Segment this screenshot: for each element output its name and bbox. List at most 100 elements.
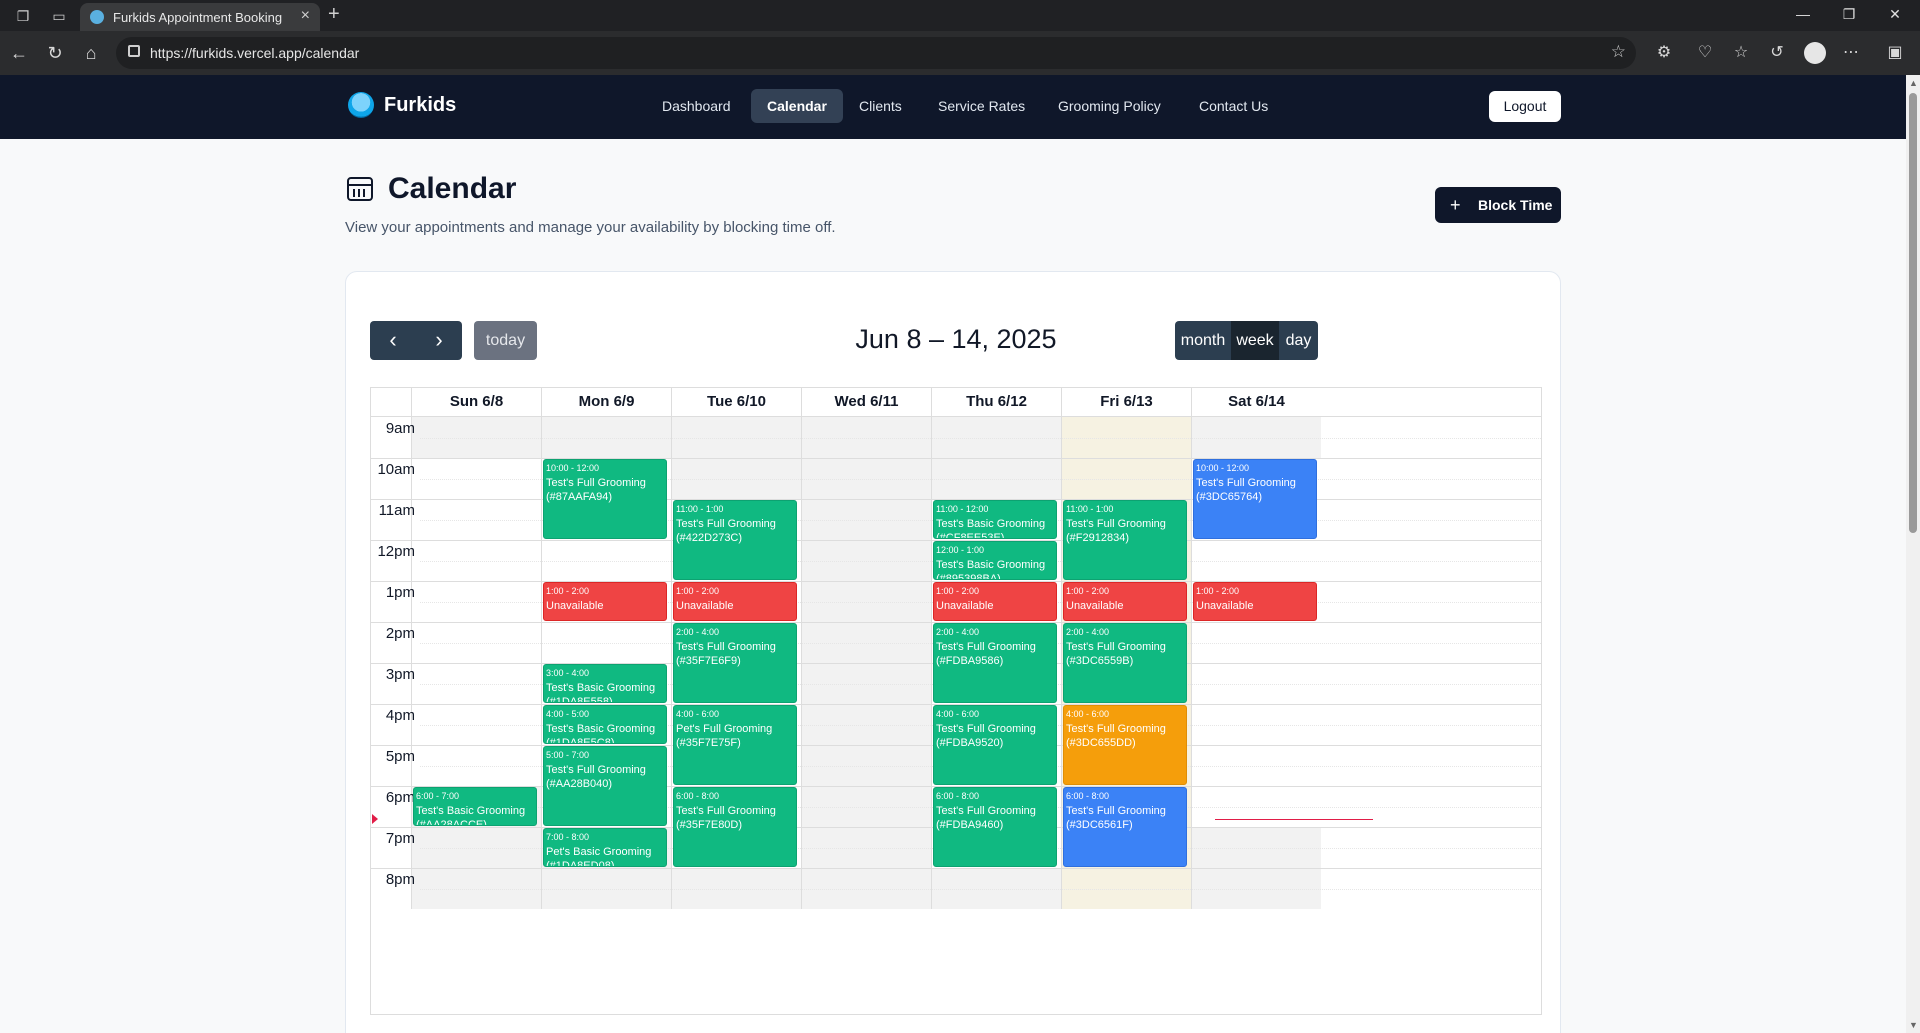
unavailable-block[interactable]: 1:00 - 2:00 Unavailable xyxy=(673,582,797,621)
event-title: Test's Basic Grooming xyxy=(546,682,656,694)
appointment-event[interactable]: 2:00 - 4:00 Test's Full Grooming (#FDBA958… xyxy=(933,623,1057,703)
nav-dashboard[interactable]: Dashboard xyxy=(646,89,747,123)
nav-calendar[interactable]: Calendar xyxy=(751,89,843,123)
event-id: (#3DC6561F) xyxy=(1066,819,1133,831)
sidebar-toggle-icon[interactable]: ▣ xyxy=(1884,42,1906,64)
back-icon[interactable]: ← xyxy=(8,42,30,64)
event-time: 11:00 - 12:00 xyxy=(936,504,989,514)
scroll-up-icon[interactable]: ▲ xyxy=(1909,78,1918,88)
nav-grooming-policy[interactable]: Grooming Policy xyxy=(1042,89,1177,123)
unavailable-block[interactable]: 1:00 - 2:00 Unavailable xyxy=(543,582,667,621)
nav-clients[interactable]: Clients xyxy=(843,89,918,123)
event-title: Test's Basic Grooming xyxy=(936,518,1046,530)
day-header: Sun 6/8 xyxy=(411,388,541,416)
tab-close-icon[interactable]: × xyxy=(301,7,310,25)
event-time: 2:00 - 4:00 xyxy=(1066,627,1110,637)
appointment-event[interactable]: 7:00 - 8:00 Pet's Basic Grooming (#1DA8ED0… xyxy=(543,828,667,867)
window-close-icon[interactable]: ✕ xyxy=(1872,6,1918,23)
appointment-event[interactable]: 4:00 - 6:00 Test's Full Grooming (#FDBA952… xyxy=(933,705,1057,785)
history-icon[interactable]: ↺ xyxy=(1766,42,1788,64)
favorite-star-icon[interactable]: ☆ xyxy=(1611,42,1626,62)
page-scrollbar[interactable]: ▲ ▼ xyxy=(1906,75,1920,1033)
half-hour-gridline xyxy=(420,437,1541,439)
reload-icon[interactable]: ↻ xyxy=(44,42,66,64)
tab-actions-icon[interactable]: ▭ xyxy=(50,7,68,25)
appointment-event[interactable]: 4:00 - 6:00 Test's Full Grooming (#3DC655D… xyxy=(1063,705,1187,785)
url-field[interactable]: https://furkids.vercel.app/calendar ☆ xyxy=(116,37,1636,69)
appointment-event[interactable]: 6:00 - 8:00 Test's Full Grooming (#35F7E80… xyxy=(673,787,797,867)
appointment-event[interactable]: 2:00 - 4:00 Test's Full Grooming (#35F7E6F… xyxy=(673,623,797,703)
view-day-button[interactable]: day xyxy=(1279,321,1318,360)
event-id: (#AA28B040) xyxy=(546,778,613,790)
favorites-icon[interactable]: ☆ xyxy=(1730,42,1752,64)
scrollbar-thumb[interactable] xyxy=(1909,93,1917,533)
site-favicon-icon xyxy=(90,10,104,24)
event-time: 7:00 - 8:00 xyxy=(546,832,590,842)
time-label: 2pm xyxy=(385,625,415,642)
unavailable-block[interactable]: 1:00 - 2:00 Unavailable xyxy=(1063,582,1187,621)
block-time-label: Block Time xyxy=(1478,197,1553,213)
event-time: 2:00 - 4:00 xyxy=(676,627,720,637)
nav-service-rates[interactable]: Service Rates xyxy=(922,89,1041,123)
unavailable-block[interactable]: 1:00 - 2:00 Unavailable xyxy=(1193,582,1317,621)
minimize-icon[interactable]: — xyxy=(1780,6,1826,22)
event-id: (#3DC655DD) xyxy=(1066,737,1136,749)
event-time: 11:00 - 1:00 xyxy=(676,504,724,514)
event-title: Test's Basic Grooming xyxy=(936,559,1046,571)
time-label: 8pm xyxy=(385,871,415,888)
browser-tab[interactable]: Furkids Appointment Booking × xyxy=(80,3,320,31)
logout-button[interactable]: Logout xyxy=(1489,91,1561,122)
view-month-button[interactable]: month xyxy=(1175,321,1231,360)
plus-icon: + xyxy=(1450,195,1461,215)
today-button[interactable]: today xyxy=(474,321,537,360)
appointment-event[interactable]: 12:00 - 1:00 Test's Basic Grooming (#89539… xyxy=(933,541,1057,580)
appointment-event[interactable]: 6:00 - 8:00 Test's Full Grooming (#3DC6561… xyxy=(1063,787,1187,867)
more-menu-icon[interactable]: ⋯ xyxy=(1840,42,1862,64)
appointment-event[interactable]: 6:00 - 7:00 Test's Basic Grooming (#AA28AC… xyxy=(413,787,537,826)
browser-tab-bar: ❐ ▭ Furkids Appointment Booking × + — ❐ … xyxy=(0,0,1920,31)
appointment-event[interactable]: 4:00 - 6:00 Pet's Full Grooming (#35F7E75F… xyxy=(673,705,797,785)
time-label: 6pm xyxy=(385,789,415,806)
event-title: Test's Full Grooming xyxy=(1066,723,1166,735)
event-time: 4:00 - 6:00 xyxy=(1066,709,1110,719)
appointment-event[interactable]: 6:00 - 8:00 Test's Full Grooming (#FDBA946… xyxy=(933,787,1057,867)
appointment-event[interactable]: 3:00 - 4:00 Test's Basic Grooming (#1DA8E5… xyxy=(543,664,667,703)
workspaces-icon[interactable]: ❐ xyxy=(14,7,32,25)
lock-icon xyxy=(128,45,140,57)
calendar-range-title: Jun 8 – 14, 2025 xyxy=(855,324,1057,354)
view-week-button[interactable]: week xyxy=(1231,321,1279,360)
block-time-button[interactable]: + Block Time xyxy=(1435,187,1561,223)
event-time: 1:00 - 2:00 xyxy=(1066,586,1110,596)
appointment-event[interactable]: 11:00 - 12:00 Test's Basic Grooming (#CF8E… xyxy=(933,500,1057,539)
event-time: 10:00 - 12:00 xyxy=(1196,463,1250,473)
restore-icon[interactable]: ❐ xyxy=(1826,6,1872,23)
event-title: Test's Full Grooming xyxy=(1066,641,1166,653)
event-title: Test's Basic Grooming xyxy=(546,723,656,735)
appointment-event[interactable]: 11:00 - 1:00 Test's Full Grooming (#F29128… xyxy=(1063,500,1187,580)
event-title: Test's Full Grooming xyxy=(1066,805,1166,817)
event-id: (#35F7E80D) xyxy=(676,819,743,831)
scroll-down-icon[interactable]: ▼ xyxy=(1909,1020,1918,1030)
next-week-button[interactable]: › xyxy=(416,321,462,360)
calendar-icon xyxy=(347,177,373,201)
unavailable-block[interactable]: 1:00 - 2:00 Unavailable xyxy=(933,582,1057,621)
browser-essentials-icon[interactable]: ♡ xyxy=(1694,42,1716,64)
appointment-event[interactable]: 4:00 - 5:00 Test's Basic Grooming (#1DA8E5… xyxy=(543,705,667,744)
appointment-event[interactable]: 2:00 - 4:00 Test's Full Grooming (#3DC6559… xyxy=(1063,623,1187,703)
appointment-event[interactable]: 11:00 - 1:00 Test's Full Grooming (#422D27… xyxy=(673,500,797,580)
home-icon[interactable]: ⌂ xyxy=(80,42,102,64)
extensions-icon[interactable]: ⚙ xyxy=(1653,42,1675,64)
time-label: 3pm xyxy=(385,666,415,683)
appointment-event[interactable]: 5:00 - 7:00 Test's Full Grooming (#AA28B04… xyxy=(543,746,667,826)
prev-week-button[interactable]: ‹ xyxy=(370,321,416,360)
event-time: 6:00 - 7:00 xyxy=(416,791,460,801)
event-time: 1:00 - 2:00 xyxy=(676,586,720,596)
new-tab-icon[interactable]: + xyxy=(328,3,340,26)
event-id: (#422D273C) xyxy=(676,532,743,544)
profile-avatar[interactable] xyxy=(1804,42,1826,64)
brand-name[interactable]: Furkids xyxy=(384,94,456,117)
nav-contact-us[interactable]: Contact Us xyxy=(1183,89,1284,123)
event-title: Unavailable xyxy=(546,600,604,612)
appointment-event[interactable]: 10:00 - 12:00 Test's Full Grooming (#87AAF… xyxy=(543,459,667,539)
appointment-event[interactable]: 10:00 - 12:00 Test's Full Grooming (#3DC65… xyxy=(1193,459,1317,539)
